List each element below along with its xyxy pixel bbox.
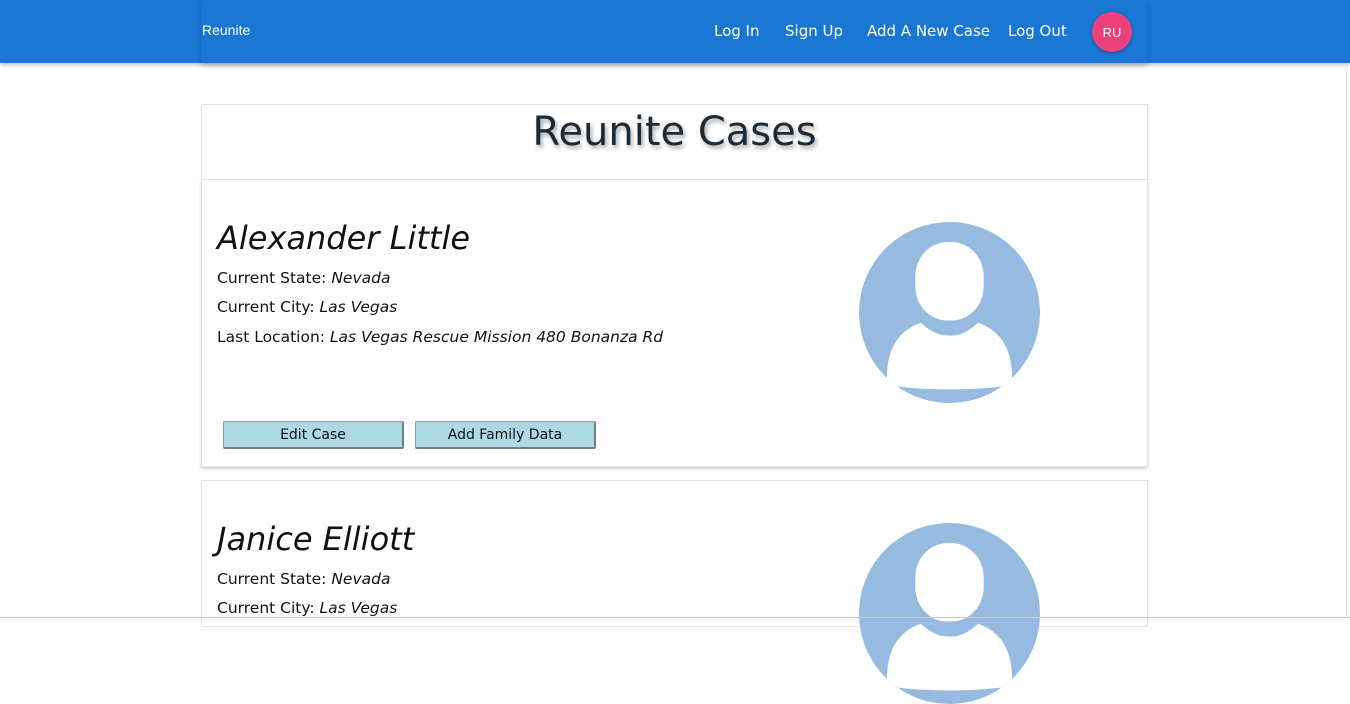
city-label: Current City: <box>217 298 320 316</box>
state-value: Nevada <box>331 570 391 588</box>
user-avatar[interactable]: RU <box>1092 12 1132 52</box>
case-name: Alexander Little <box>217 219 471 257</box>
edit-case-button[interactable]: Edit Case <box>223 421 404 449</box>
city-value: Las Vegas <box>319 599 398 617</box>
person-placeholder-icon <box>859 523 1040 704</box>
brand-link[interactable]: Reunite <box>202 22 250 38</box>
viewport-bottom-edge <box>0 617 1350 618</box>
city-label: Current City: <box>217 599 320 617</box>
page-header-card: Reunite Cases <box>201 104 1148 180</box>
case-location-line: Last Location: Las Vegas Rescue Mission … <box>217 328 663 346</box>
case-name: Janice Elliott <box>217 520 415 558</box>
nav-sign-up[interactable]: Sign Up <box>785 22 843 40</box>
page-edge-divider <box>1346 63 1347 618</box>
state-label: Current State: <box>217 269 332 287</box>
state-value: Nevada <box>331 269 391 287</box>
case-state-line: Current State: Nevada <box>217 269 390 287</box>
app-bar-content: Reunite Log In Sign Up Add A New Case Lo… <box>201 0 1147 63</box>
case-city-line: Current City: Las Vegas <box>217 599 397 617</box>
top-app-bar: Reunite Log In Sign Up Add A New Case Lo… <box>0 0 1350 63</box>
case-state-line: Current State: Nevada <box>217 570 390 588</box>
case-city-line: Current City: Las Vegas <box>217 298 397 316</box>
page-title: Reunite Cases <box>532 109 817 155</box>
nav-log-out[interactable]: Log Out <box>1008 22 1067 40</box>
nav-log-in[interactable]: Log In <box>714 22 760 40</box>
state-label: Current State: <box>217 570 332 588</box>
location-value: Las Vegas Rescue Mission 480 Bonanza Rd <box>329 328 664 346</box>
person-placeholder-icon <box>859 222 1040 403</box>
city-value: Las Vegas <box>319 298 398 316</box>
add-family-data-button[interactable]: Add Family Data <box>415 421 596 449</box>
case-card: Alexander Little Current State: Nevada C… <box>201 179 1148 467</box>
case-card: Janice Elliott Current State: Nevada Cur… <box>201 480 1148 704</box>
nav-add-new-case[interactable]: Add A New Case <box>867 22 990 40</box>
location-label: Last Location: <box>217 328 330 346</box>
